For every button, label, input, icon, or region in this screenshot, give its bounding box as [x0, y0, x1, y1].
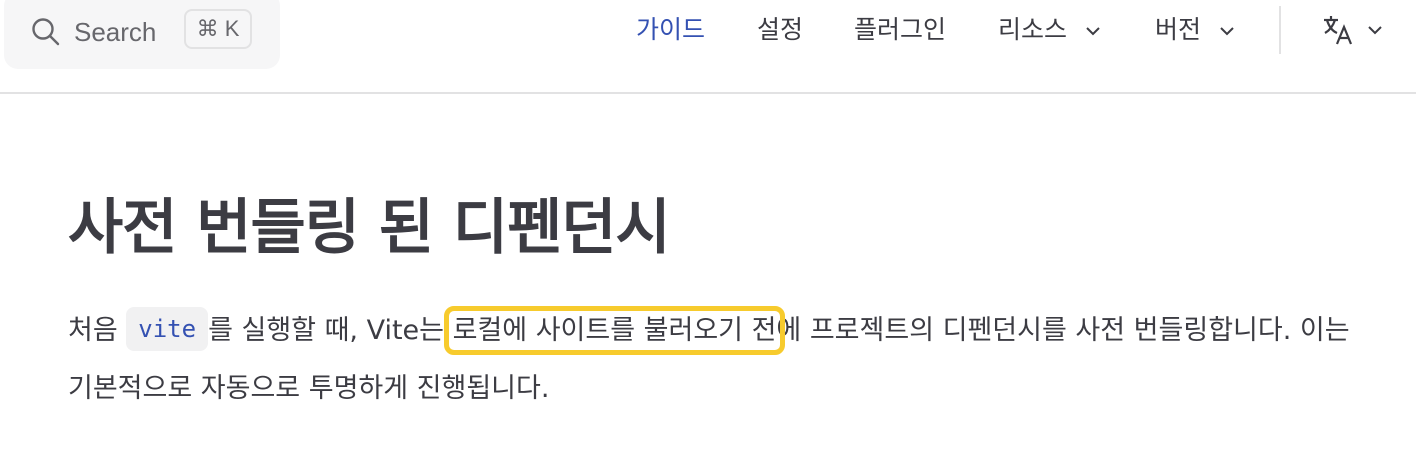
nav-resources-dropdown[interactable]: 리소스	[998, 12, 1101, 48]
inline-code: vite	[126, 307, 209, 351]
nav-guide[interactable]: 가이드	[636, 12, 705, 48]
nav-divider	[1279, 6, 1281, 54]
page-title: 사전 번들링 된 디펜던시	[68, 193, 671, 263]
search-button[interactable]: Search ⌘ K	[4, 0, 280, 69]
chevron-down-icon	[1368, 26, 1382, 35]
nav-resources-label: 리소스	[998, 15, 1068, 44]
nav-versions-label: 버전	[1155, 15, 1202, 44]
translate-icon	[1324, 16, 1353, 45]
intro-paragraph: 처음 vite 를 실행할 때, Vite는 로컬에 사이트를 불러오기 전에 프…	[68, 302, 1378, 418]
search-icon	[32, 18, 60, 46]
top-navigation-bar: Search ⌘ K 가이드 설정 플러그인 리소스 버전	[0, 0, 1416, 94]
paragraph-text-2: 를 실행할 때, Vite는	[208, 315, 453, 346]
highlighted-phrase: 로컬에 사이트를 불러오기 전	[443, 306, 786, 355]
chevron-down-icon	[1220, 27, 1234, 36]
keyboard-shortcut-badge: ⌘ K	[184, 9, 252, 49]
nav-versions-dropdown[interactable]: 버전	[1155, 12, 1235, 48]
nav-plugins[interactable]: 플러그인	[854, 12, 946, 48]
search-placeholder: Search	[74, 17, 157, 47]
chevron-down-icon	[1086, 27, 1100, 36]
paragraph-text-1: 처음	[68, 315, 127, 346]
nav-config[interactable]: 설정	[757, 12, 803, 48]
language-switcher[interactable]	[1322, 14, 1383, 48]
